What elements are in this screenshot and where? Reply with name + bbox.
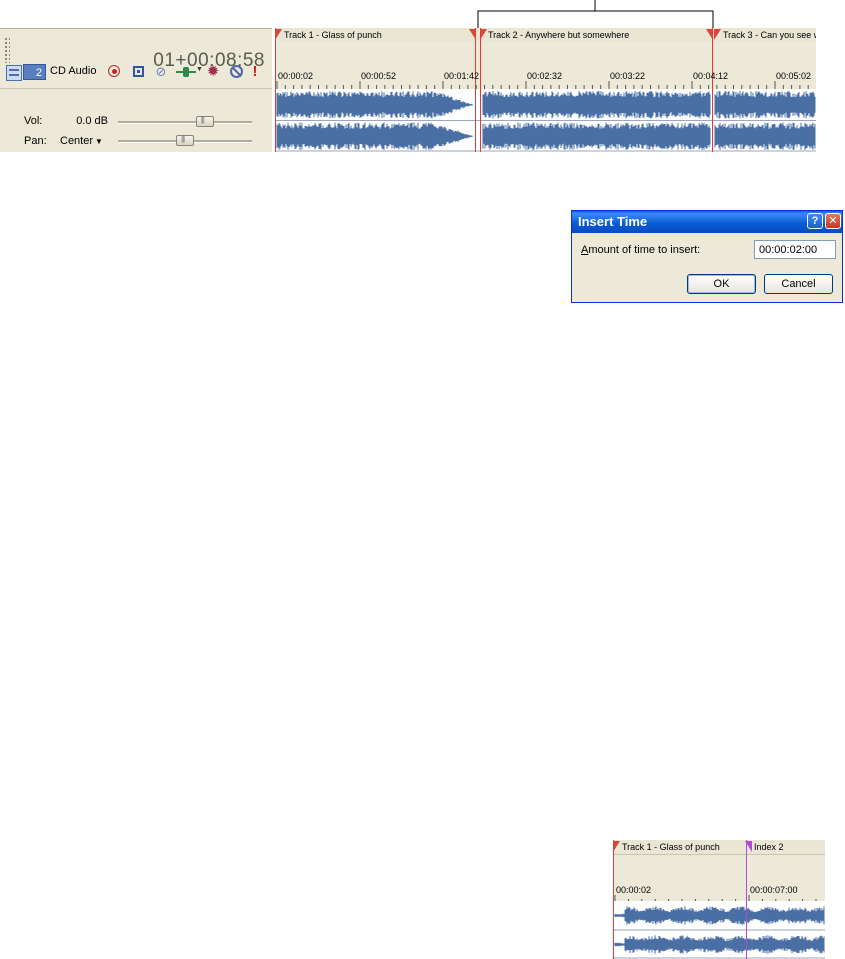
pan-slider-thumb[interactable]	[176, 134, 194, 146]
marker-line	[475, 28, 476, 152]
marker-line	[275, 28, 276, 152]
mute-icon[interactable]	[229, 64, 245, 80]
close-button[interactable]: ✕	[825, 213, 841, 229]
dialog-title: Insert Time	[578, 214, 648, 229]
waveform[interactable]	[275, 89, 816, 152]
ruler-ticks	[276, 81, 809, 89]
index-marker-label[interactable]: Index 2	[754, 842, 784, 852]
timeline[interactable]: Track 1 - Glass of punch Track 2 - Anywh…	[275, 28, 816, 152]
marker-label-track-3[interactable]: Track 3 - Can you see w	[723, 30, 816, 40]
ruler-tick-label: 00:05:02	[776, 71, 812, 81]
waveform-channel-1	[614, 906, 825, 925]
volume-value: 0.0 dB	[76, 115, 108, 127]
ruler-tick-label: 00:00:07:00	[750, 885, 798, 895]
marker-label-track-2[interactable]: Track 2 - Anywhere but somewhere	[488, 30, 629, 40]
marker-line	[480, 28, 481, 152]
pan-label: Pan:	[24, 135, 47, 147]
amount-label: Amount of time to insert:	[581, 244, 700, 256]
annotation-bracket	[477, 10, 714, 12]
drag-grip-icon[interactable]	[4, 37, 10, 63]
waveform[interactable]	[613, 901, 825, 959]
ruler-tick-label: 00:01:42	[444, 71, 480, 81]
marker-label-track-1[interactable]: Track 1 - Glass of punch	[622, 842, 720, 852]
track-number[interactable]: 2	[23, 64, 46, 80]
chevron-down-icon[interactable]: ▼	[95, 137, 103, 146]
dialog-titlebar[interactable]: Insert Time ? ✕	[572, 211, 842, 233]
ruler-tick-label: 00:03:22	[610, 71, 646, 81]
volume-slider[interactable]	[118, 121, 252, 124]
invert-phase-icon[interactable]: ⊘	[153, 64, 169, 80]
waveform-channel-2	[276, 122, 816, 150]
track-editor: 01+00:08:58 2 CD Audio ⊘ ▼ ✹ ! Vol: 0.0 …	[0, 0, 845, 152]
marker-flag-icon[interactable]	[480, 29, 487, 40]
marker-flag-icon[interactable]	[275, 29, 282, 40]
header-divider	[0, 88, 272, 89]
track-fx-icon[interactable]: ▼	[176, 64, 203, 80]
ruler-tick-label: 00:00:02	[616, 885, 652, 895]
marker-line	[712, 28, 713, 152]
monitor-icon[interactable]	[131, 64, 147, 80]
waveform-channel-1	[276, 91, 816, 119]
ruler-tick-label: 00:02:32	[527, 71, 563, 81]
track-name[interactable]: CD Audio	[50, 65, 96, 77]
amount-label-text: mount of time to insert:	[588, 244, 701, 256]
insert-time-dialog: Insert Time ? ✕ Amount of time to insert…	[571, 210, 843, 303]
ok-button[interactable]: OK	[687, 274, 756, 294]
volume-label: Vol:	[24, 115, 43, 127]
track-header: 01+00:08:58	[0, 28, 272, 152]
amount-input[interactable]	[754, 240, 836, 259]
volume-slider-thumb[interactable]	[195, 115, 214, 127]
waveform-channel-2	[614, 935, 825, 954]
ruler-ticks	[614, 895, 817, 901]
ruler-tick-label: 00:00:02	[278, 71, 314, 81]
index-marker-preview: Track 1 - Glass of punch Index 2 00:00:0…	[613, 840, 825, 959]
record-arm-icon[interactable]	[107, 64, 123, 80]
solo-icon[interactable]: !	[250, 64, 260, 80]
ruler-tick-label: 00:00:52	[361, 71, 397, 81]
automation-gear-icon[interactable]: ✹	[205, 64, 221, 80]
pan-value[interactable]: Center	[60, 135, 93, 147]
marker-flag-icon[interactable]	[714, 29, 721, 40]
marker-label-track-1[interactable]: Track 1 - Glass of punch	[284, 30, 382, 40]
marker-flag-icon[interactable]	[613, 841, 620, 852]
track-layout-icon[interactable]	[6, 65, 22, 81]
ruler-tick-label: 00:04:12	[693, 71, 729, 81]
help-button[interactable]: ?	[807, 213, 823, 229]
cancel-button[interactable]: Cancel	[764, 274, 833, 294]
